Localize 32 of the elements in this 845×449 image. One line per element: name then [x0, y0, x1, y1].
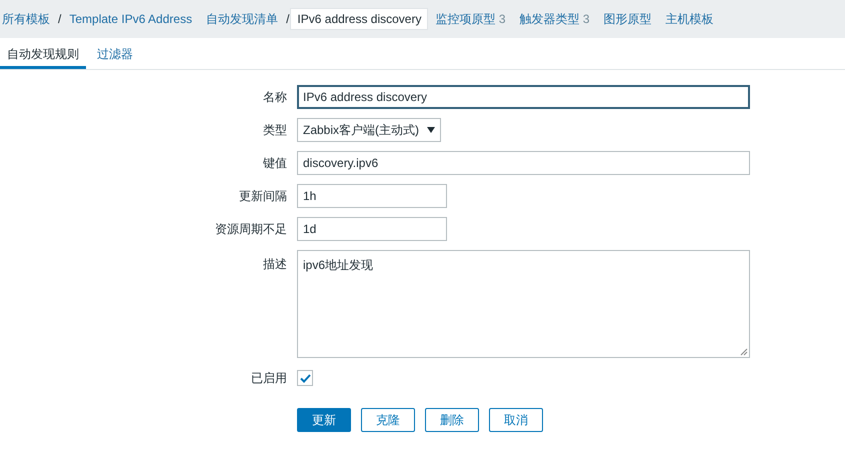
breadcrumb-link[interactable]: 触发器类型 3	[512, 6, 597, 32]
breadcrumb-separator: /	[285, 12, 290, 26]
breadcrumb-link[interactable]: 图形原型	[596, 6, 659, 32]
field-label: 更新间隔	[238, 188, 287, 204]
description-textarea[interactable]: ipv6地址发现	[297, 250, 750, 358]
input-field[interactable]: 1h	[297, 184, 447, 208]
breadcrumb-separator: /	[57, 12, 62, 26]
field-label: 名称	[262, 88, 287, 106]
breadcrumb-link[interactable]: Template IPv6 Address	[62, 8, 200, 30]
field-label: 类型	[262, 122, 287, 138]
breadcrumb-link[interactable]: IPv6 address discovery	[290, 8, 428, 30]
enabled-checkbox[interactable]	[297, 370, 313, 386]
input-field[interactable]: IPv6 address discovery	[297, 85, 750, 109]
field-label: 已启用	[250, 370, 287, 386]
field-label: 键值	[262, 154, 287, 172]
breadcrumb-link[interactable]: 主机模板	[658, 6, 721, 32]
input-field[interactable]: discovery.ipv6	[297, 151, 750, 175]
field-label: 描述	[262, 256, 287, 273]
field-label: 资源周期不足	[214, 220, 287, 238]
breadcrumb-link[interactable]: 监控项原型 3	[428, 6, 513, 32]
form-button[interactable]: 删除	[425, 408, 479, 432]
tab[interactable]: 过滤器	[90, 38, 140, 69]
tab[interactable]: 自动发现规则	[0, 38, 86, 69]
input-field[interactable]: 1d	[297, 217, 447, 241]
caret-icon	[427, 127, 435, 133]
breadcrumb-link[interactable]: 自动发现清单	[199, 6, 286, 32]
type-dropdown[interactable]: Zabbix客户端(主动式)	[297, 118, 441, 142]
form-button[interactable]: 克隆	[361, 408, 415, 432]
resize-grip-icon[interactable]	[740, 348, 748, 356]
form-button[interactable]: 取消	[489, 408, 543, 432]
breadcrumb-link[interactable]: 所有模板	[2, 6, 57, 32]
update-button[interactable]: 更新	[297, 408, 351, 432]
